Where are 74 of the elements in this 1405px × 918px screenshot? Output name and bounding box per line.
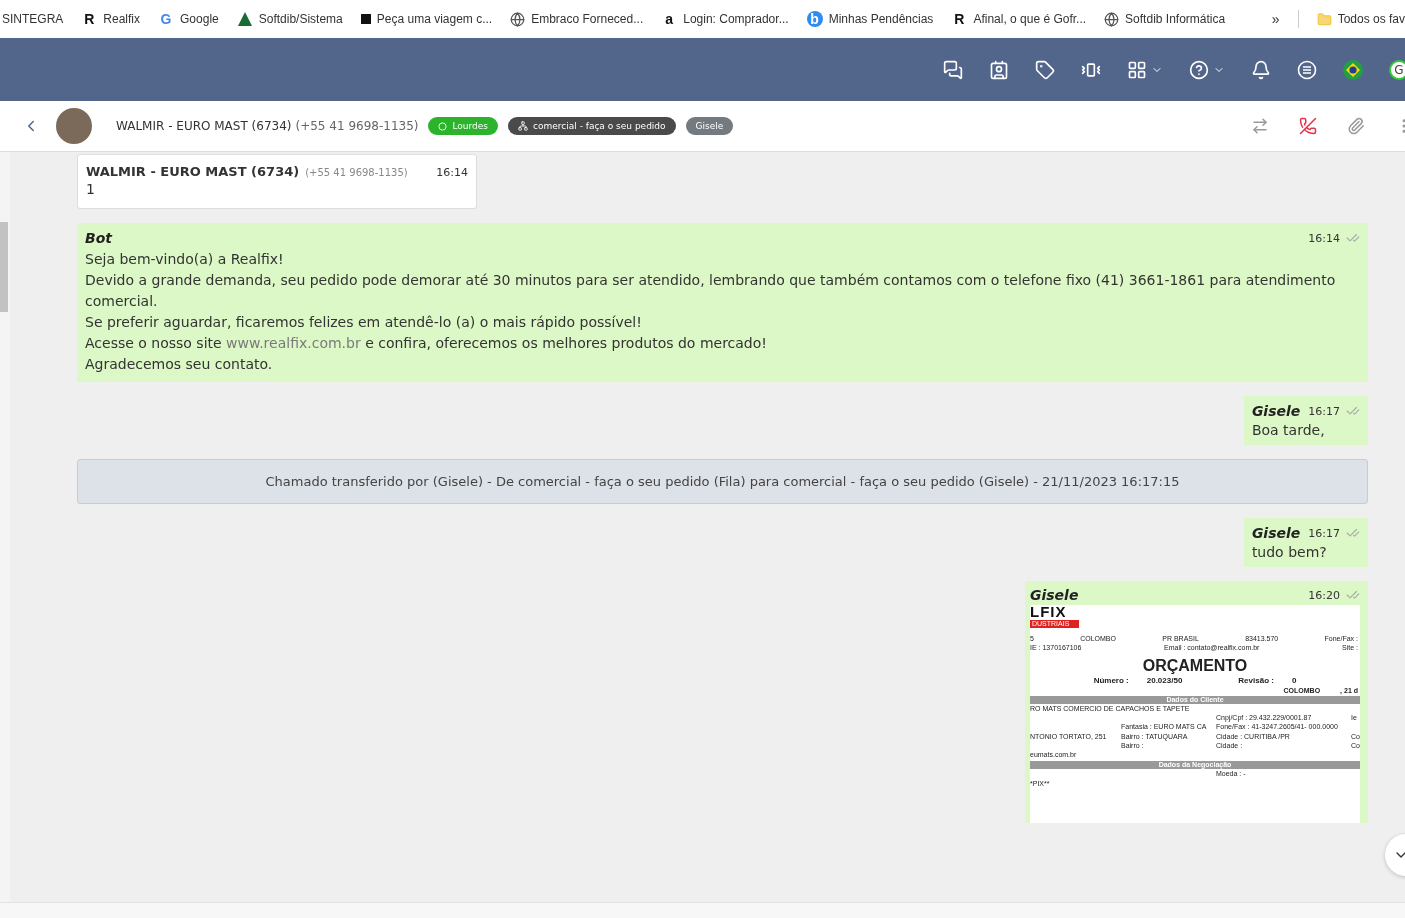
menu-icon[interactable] — [1297, 59, 1317, 80]
message-sender: Gisele — [1030, 587, 1079, 603]
tag-label: Lourdes — [428, 117, 499, 135]
document-value: 0 — [1291, 676, 1297, 686]
chat-icon[interactable] — [943, 59, 963, 80]
message-text: 1 — [86, 181, 95, 197]
bookmark-link[interactable]: Peça uma viagem c... — [360, 12, 493, 26]
document-value: 20.023/50 — [1146, 676, 1183, 686]
website-link[interactable]: www.realfix.com.br — [226, 335, 361, 351]
message-time: 16:14 — [1308, 231, 1340, 245]
bookmark-link[interactable]: Softdib Informática — [1104, 11, 1226, 27]
phone-off-icon[interactable] — [1299, 117, 1317, 135]
attachment-icon[interactable] — [1347, 117, 1365, 135]
message-time: 16:14 — [436, 166, 468, 179]
bookmark-link[interactable]: b Minhas Pendências — [806, 11, 934, 27]
bookmark-icon: R — [951, 11, 968, 27]
bookmark-link[interactable]: G Google — [158, 11, 219, 27]
transfer-icon[interactable] — [1251, 117, 1269, 135]
square-icon — [360, 14, 371, 24]
message-text: Agradecemos seu contato. — [85, 355, 274, 374]
tag-icon[interactable] — [1035, 59, 1055, 80]
message-sender: Bot — [85, 230, 112, 246]
double-check-icon — [1346, 231, 1360, 245]
flag-icon[interactable] — [1343, 59, 1363, 80]
notification-icon[interactable] — [1251, 59, 1271, 80]
document-label: Número : — [1093, 676, 1129, 686]
message-sender: Gisele — [1251, 403, 1301, 419]
whatsapp-icon — [438, 121, 448, 131]
message-text: Devido a grande demanda, seu pedido pode demorar até 30 minutos para ser atendido, lembrando que também contamos com o telefone fixo (41) 3661-1861 para atendimento comercial. — [85, 271, 1337, 311]
message-sender: Gisele — [1251, 525, 1301, 541]
bookmark-link[interactable]: R Realfix — [81, 11, 141, 27]
globe-icon — [510, 11, 526, 27]
bookmark-link[interactable]: SINTEGRA — [2, 12, 64, 26]
contact-phone: (+55 41 9698-1135) — [305, 167, 408, 178]
tag-label: comercial - faça o seu pedido — [508, 117, 676, 135]
message-time: 16:17 — [1308, 404, 1340, 418]
scrollbar-thumb[interactable] — [0, 222, 8, 312]
grid-icon[interactable] — [1127, 59, 1147, 80]
folder-icon — [1316, 11, 1332, 27]
message-time: 16:20 — [1308, 588, 1340, 602]
bookmark-link[interactable]: Softdib/Sistema — [236, 11, 343, 27]
double-check-icon — [1346, 526, 1360, 540]
contact-phone: (+55 41 9698-1135) — [295, 119, 419, 133]
message-text: Acesse o nosso site www.realfix.com.br e confira, oferecemos os melhores produtos do mercado! — [85, 334, 768, 353]
transfer-notice: Chamado transferido por (Gisele) - De comercial - faça o seu pedido (Fila) para comercial - faça o seu pedido (Gisele) - 21/11/2023 16:17:15 — [77, 459, 1368, 504]
bookmark-link[interactable]: a Login: Comprador... — [661, 11, 789, 27]
contacts-icon[interactable] — [989, 59, 1009, 80]
avatar — [56, 108, 92, 144]
document-label: Revisão : — [1238, 676, 1274, 686]
message-time: 16:17 — [1308, 526, 1340, 540]
user-avatar[interactable]: G — [1389, 59, 1405, 80]
tag-label: Gisele — [685, 117, 734, 135]
bookmark-folder[interactable]: Todos os fav — [1316, 11, 1405, 27]
help-icon[interactable] — [1189, 59, 1209, 80]
bookmark-link[interactable]: R Afinal, o que é Gofr... — [951, 11, 1087, 27]
double-check-icon — [1346, 404, 1360, 418]
bookmark-icon: b — [806, 11, 823, 27]
globe-icon — [1104, 11, 1120, 27]
more-bookmarks-button[interactable]: » — [1271, 11, 1280, 27]
message-text: Se preferir aguardar, ficaremos felizes em atendê-lo (a) o mais rápido possível! — [85, 313, 643, 332]
message-text: tudo bem? — [1251, 544, 1328, 560]
message-text: Boa tarde, — [1251, 422, 1326, 438]
bookmark-link[interactable]: Embraco Forneced... — [510, 11, 644, 27]
document-title: ORÇAMENTO — [1142, 657, 1248, 675]
double-check-icon — [1346, 588, 1360, 602]
bookmark-icon: R — [81, 11, 98, 27]
contact-name: WALMIR - EURO MAST (6734) — [86, 164, 300, 179]
tree-icon — [236, 11, 253, 27]
hierarchy-icon — [518, 121, 529, 131]
message-text: Seja bem-vindo(a) a Realfix! — [85, 250, 285, 269]
bookmark-icon: a — [661, 11, 678, 27]
logo-text: LFIX — [1030, 605, 1068, 619]
contact-name: WALMIR - EURO MAST (6734) — [116, 119, 292, 133]
bookmark-icon: G — [158, 11, 175, 27]
